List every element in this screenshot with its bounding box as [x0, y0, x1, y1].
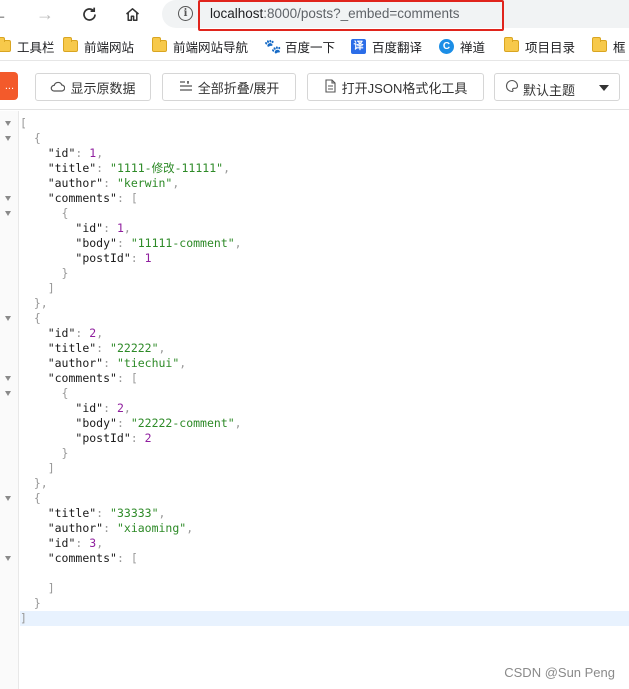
info-icon[interactable]: i	[178, 6, 193, 21]
json-line: {	[33, 491, 41, 505]
json-line: }	[33, 596, 41, 610]
json-line: "id": 1,	[75, 221, 131, 235]
fold-toggle-icon[interactable]	[5, 496, 11, 501]
fold-toggle-icon[interactable]	[5, 376, 11, 381]
json-line: [	[20, 116, 27, 130]
bookmark-label: 百度一下	[285, 40, 336, 55]
json-line: "postId": 1	[75, 251, 152, 265]
fold-toggle-icon[interactable]	[5, 211, 11, 216]
json-line: "id": 3,	[47, 536, 104, 550]
json-line: "id": 2,	[47, 326, 104, 340]
json-content-area: [ { "id": 1, "title": "1111-修改-11111", "…	[0, 111, 629, 689]
fold-toggle-icon[interactable]	[5, 316, 11, 321]
fold-all-label: 全部折叠/展开	[197, 80, 280, 96]
fold-toggle-icon[interactable]	[5, 196, 11, 201]
theme-label: 默认主题	[523, 83, 576, 98]
home-icon	[125, 7, 139, 21]
fold-toggle-icon[interactable]	[5, 121, 11, 126]
home-button[interactable]	[119, 2, 145, 26]
bookmark-baidu[interactable]: 🐾 百度一下	[264, 37, 335, 55]
json-line: "title": "22222",	[47, 341, 166, 355]
json-line: ]	[47, 281, 55, 295]
chevron-down-icon	[599, 85, 609, 91]
json-viewer-toolbar: ... 显示原数据 全部折叠/展开 打开JSON格式化工具 默认主题	[0, 62, 629, 110]
bookmarks-bar: 工具栏 前端网站 前端网站导航 🐾 百度一下 译 百度翻译 C 禅道 项目目录 …	[0, 31, 629, 61]
extension-tab[interactable]: ...	[0, 72, 18, 100]
folder-icon	[0, 37, 11, 52]
bookmark-toolbar-folder[interactable]: 工具栏	[0, 37, 55, 55]
json-line: "author": "xiaoming",	[47, 521, 194, 535]
folder-icon	[152, 37, 167, 52]
open-json-tool-button[interactable]: 打开JSON格式化工具	[307, 73, 484, 101]
palette-icon	[505, 79, 519, 96]
open-json-tool-label: 打开JSON格式化工具	[341, 80, 468, 96]
bookmark-label: 禅道	[460, 40, 486, 55]
json-line: "id": 2,	[75, 401, 131, 415]
cloud-icon	[50, 80, 66, 95]
document-icon	[324, 78, 337, 96]
theme-select[interactable]: 默认主题	[494, 73, 620, 101]
forward-arrow-icon: →	[36, 4, 54, 24]
json-line: },	[33, 476, 48, 490]
fold-all-button[interactable]: 全部折叠/展开	[162, 73, 296, 101]
forward-button[interactable]: →	[32, 2, 58, 26]
show-raw-label: 显示原数据	[70, 80, 136, 96]
fold-toggle-icon[interactable]	[5, 556, 11, 561]
json-line: ]	[47, 581, 55, 595]
folder-icon	[592, 37, 607, 52]
back-arrow-icon: ←	[0, 5, 8, 23]
bookmark-label: 框	[613, 40, 626, 55]
json-line: "body": "22222-comment",	[75, 416, 242, 430]
translate-icon: 译	[351, 38, 366, 54]
json-line: "author": "tiechui",	[47, 356, 187, 370]
json-line: {	[61, 386, 69, 400]
bookmark-label: 前端网站导航	[173, 40, 249, 55]
bookmark-chandao[interactable]: C 禅道	[439, 37, 485, 55]
bookmark-baidu-translate[interactable]: 译 百度翻译	[351, 37, 422, 55]
bookmark-label: 百度翻译	[372, 40, 423, 55]
bookmark-label: 项目目录	[525, 40, 576, 55]
folder-icon	[504, 37, 519, 52]
bookmark-frontend-sites[interactable]: 前端网站	[63, 37, 134, 55]
json-line: "title": "1111-修改-11111",	[47, 161, 230, 175]
fold-icon	[179, 80, 193, 95]
back-button[interactable]: ←	[0, 2, 12, 26]
json-line	[20, 566, 629, 581]
bookmark-project-dir[interactable]: 项目目录	[504, 37, 575, 55]
json-line: "comments": [	[47, 371, 138, 385]
bookmark-label: 工具栏	[17, 40, 55, 55]
json-line: ]	[20, 611, 629, 626]
json-line: "comments": [	[47, 191, 138, 205]
fold-toggle-icon[interactable]	[5, 391, 11, 396]
show-raw-button[interactable]: 显示原数据	[35, 73, 151, 101]
fold-toggle-icon[interactable]	[5, 136, 11, 141]
json-line: "author": "kerwin",	[47, 176, 180, 190]
json-line: "id": 1,	[47, 146, 104, 160]
json-line: "body": "11111-comment",	[75, 236, 242, 250]
json-line: ]	[47, 461, 55, 475]
bookmark-framework[interactable]: 框	[592, 37, 626, 55]
folder-icon	[63, 37, 78, 52]
reload-button[interactable]	[76, 2, 102, 26]
chandao-icon: C	[439, 38, 454, 54]
json-line: "postId": 2	[75, 431, 152, 445]
fold-gutter	[0, 111, 19, 689]
json-line: "title": "33333",	[47, 506, 166, 520]
json-line: {	[33, 131, 41, 145]
baidu-icon: 🐾	[264, 37, 282, 54]
bookmark-frontend-nav[interactable]: 前端网站导航	[152, 37, 248, 55]
json-line: {	[33, 311, 41, 325]
json-line: {	[61, 206, 69, 220]
bookmark-label: 前端网站	[84, 40, 135, 55]
json-line: },	[33, 296, 48, 310]
reload-icon	[82, 7, 96, 21]
watermark: CSDN @Sun Peng	[504, 665, 615, 680]
browser-toolbar: ← → i localhost:8000/posts?_embed=commen…	[0, 0, 629, 31]
json-line: }	[61, 446, 69, 460]
url-highlight-box	[198, 0, 504, 31]
json-line: "comments": [	[47, 551, 138, 565]
json-line: }	[61, 266, 69, 280]
